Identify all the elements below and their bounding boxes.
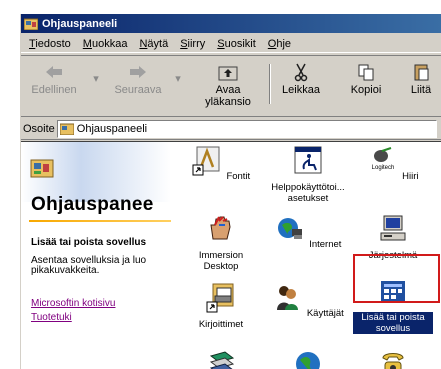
control-panel-small-icon: [59, 123, 74, 135]
menu-favorites[interactable]: Suosikit: [211, 38, 262, 50]
selected-item-description: Asentaa sovelluksia ja luo pikakuvakkeit…: [31, 255, 147, 276]
fonts-icon: [192, 146, 220, 176]
users-label: Käyttäjät: [306, 308, 344, 319]
menu-view[interactable]: Näytä: [133, 38, 174, 50]
cut-button[interactable]: Leikkaa: [273, 60, 329, 96]
globe-item[interactable]: [268, 348, 348, 369]
phone-item[interactable]: [353, 348, 433, 369]
fonts-item[interactable]: Fontit: [181, 145, 261, 182]
title-underline: [29, 220, 171, 222]
users-item[interactable]: Käyttäjät: [268, 282, 348, 319]
toolbar: Edellinen ▾ Seuraava ▾ Avaa yläkansio Le…: [21, 55, 441, 117]
menu-go[interactable]: Siirry: [174, 38, 211, 50]
title-bar[interactable]: Ohjauspaneeli: [21, 14, 441, 33]
forward-label: Seuraava: [114, 84, 162, 96]
back-label: Edellinen: [31, 84, 77, 96]
accessibility-label: Helppokäyttötoi... asetukset: [271, 182, 345, 204]
paste-icon: [414, 64, 429, 81]
microsoft-home-link[interactable]: Microsoftin kotisivu: [31, 298, 115, 309]
system-icon: [380, 215, 406, 241]
paste-label: Liitä: [410, 84, 432, 96]
up-folder-icon: [218, 66, 238, 81]
logitech-caption: Logitech: [371, 165, 394, 171]
copy-label: Kopioi: [350, 84, 382, 96]
scissors-icon: [294, 63, 308, 82]
menu-bar: Tiedosto Muokkaa Näytä Siirry Suosikit O…: [21, 35, 441, 53]
back-dropdown[interactable]: ▾: [91, 72, 101, 85]
globe-icon: [296, 352, 320, 369]
forward-button[interactable]: Seuraava: [109, 60, 167, 96]
address-label: Osoite: [23, 122, 55, 135]
info-pane: Ohjauspanee Lisää tai poista sovellus As…: [21, 142, 171, 369]
support-link[interactable]: Tuotetuki: [31, 312, 72, 323]
immersion-desktop-item[interactable]: Immersion Desktop: [181, 213, 261, 272]
immersion-desktop-label: Immersion Desktop: [198, 250, 244, 272]
highlight-frame: [353, 254, 440, 303]
menu-edit[interactable]: Muokkaa: [77, 38, 134, 50]
internet-item[interactable]: Internet: [268, 213, 348, 250]
printers-label: Kirjoittimet: [198, 319, 244, 330]
control-panel-window: Ohjauspaneeli Tiedosto Muokkaa Näytä Sii…: [20, 14, 441, 369]
menu-help[interactable]: Ohje: [262, 38, 297, 50]
page-title: Ohjauspanee: [31, 194, 154, 215]
cut-label: Leikkaa: [282, 84, 320, 96]
paste-button[interactable]: Liitä: [401, 60, 441, 96]
accessibility-item[interactable]: Helppokäyttötoi... asetukset: [268, 145, 348, 204]
fonts-label: Fontit: [226, 171, 251, 182]
forward-dropdown[interactable]: ▾: [173, 72, 183, 85]
toolbar-separator: [269, 64, 271, 104]
printers-item[interactable]: Kirjoittimet: [181, 282, 261, 330]
immersion-icon: [210, 216, 231, 240]
control-panel-large-icon: [30, 159, 54, 178]
back-arrow-icon: [46, 66, 62, 78]
selected-item-heading: Lisää tai poista sovellus: [31, 237, 147, 248]
address-value: Ohjauspaneeli: [76, 122, 148, 135]
phone-icon: [382, 353, 404, 369]
printers-icon: [206, 283, 234, 313]
add-remove-programs-label: Lisää tai poista sovellus: [353, 312, 433, 334]
users-icon: [277, 286, 299, 310]
up-label-line2: yläkansio: [205, 96, 251, 108]
up-label-line1: Avaa: [215, 84, 241, 96]
copy-icon: [358, 64, 374, 81]
copy-button[interactable]: Kopioi: [341, 60, 391, 96]
control-panel-icon: [24, 18, 38, 30]
books-item[interactable]: [181, 348, 261, 369]
address-bar: Osoite Ohjauspaneeli: [21, 118, 441, 140]
window-title: Ohjauspaneeli: [42, 17, 118, 30]
mouse-icon: Logitech: [371, 147, 394, 171]
mouse-item[interactable]: Logitech Hiiri: [353, 145, 433, 182]
address-input[interactable]: Ohjauspaneeli: [56, 119, 437, 138]
accessibility-icon: [294, 146, 322, 174]
books-icon: [209, 351, 235, 369]
internet-icon: [277, 218, 302, 239]
internet-label: Internet: [309, 239, 342, 250]
back-button[interactable]: Edellinen: [25, 60, 83, 96]
mouse-label: Hiiri: [402, 171, 419, 182]
up-folder-button[interactable]: Avaa yläkansio: [195, 60, 261, 108]
menu-file[interactable]: Tiedosto: [23, 38, 77, 50]
forward-arrow-icon: [130, 66, 146, 78]
